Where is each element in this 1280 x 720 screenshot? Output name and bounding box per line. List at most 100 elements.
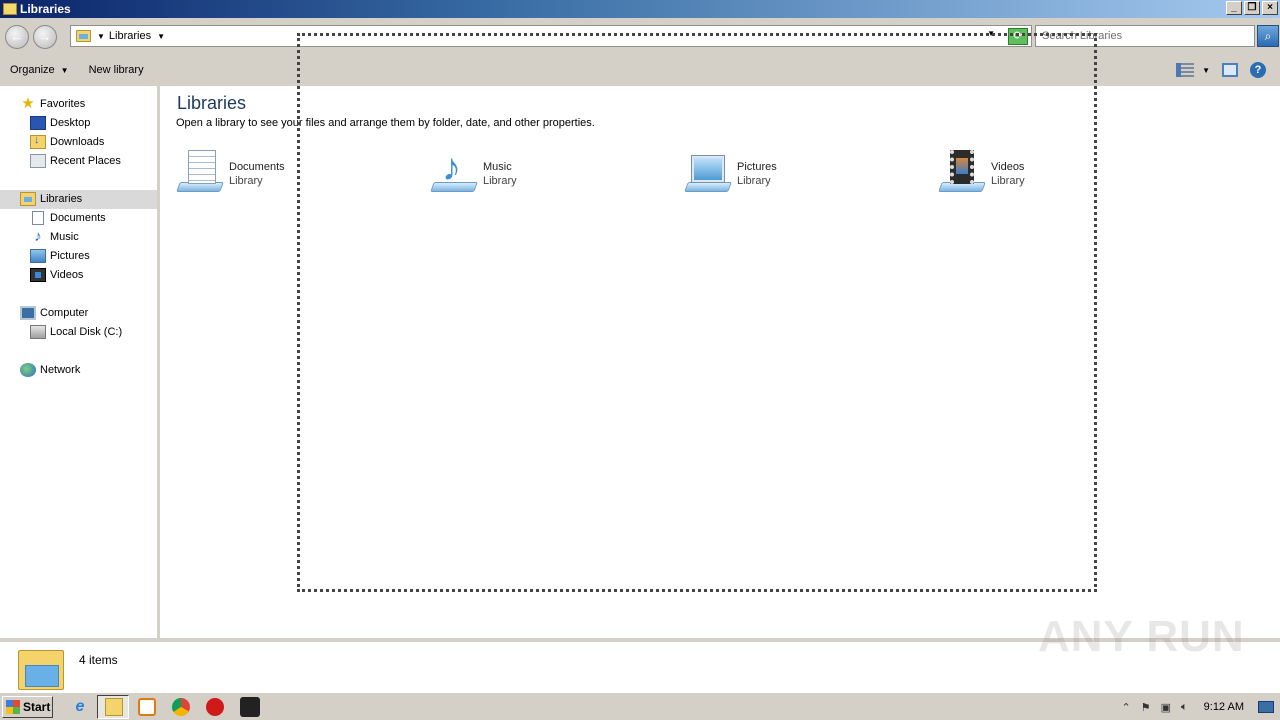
- restore-button[interactable]: ❐: [1244, 1, 1260, 15]
- view-options-chevron-down-icon[interactable]: ▼: [1202, 66, 1210, 75]
- search-icon[interactable]: ⌕: [1257, 25, 1279, 47]
- downloads-icon: [30, 134, 46, 149]
- minimize-button[interactable]: _: [1226, 1, 1242, 15]
- media-player-icon[interactable]: [138, 698, 156, 716]
- watermark-logo: ANY RUN: [1038, 612, 1245, 661]
- pictures-icon: [30, 249, 46, 263]
- videos-library-icon: [938, 148, 986, 196]
- nav-computer[interactable]: Computer: [20, 304, 88, 322]
- search-input[interactable]: Search Libraries: [1035, 25, 1255, 47]
- nav-item-videos[interactable]: Videos: [30, 266, 83, 284]
- show-hidden-icons-icon[interactable]: ⌃: [1122, 701, 1131, 714]
- address-history-dropdown-icon[interactable]: ▼: [987, 29, 995, 38]
- help-icon[interactable]: ?: [1250, 62, 1266, 78]
- desktop-icon: [30, 116, 46, 130]
- content-area: Libraries Open a library to see your fil…: [160, 86, 1280, 638]
- library-name: Documents: [229, 161, 285, 173]
- nav-libraries[interactable]: Libraries: [20, 190, 82, 208]
- nav-network-label: Network: [40, 364, 81, 376]
- forward-button[interactable]: →: [33, 25, 57, 49]
- library-type: Library: [991, 175, 1025, 187]
- clock[interactable]: 9:12 AM: [1204, 701, 1244, 713]
- view-controls: ▼ ?: [1168, 54, 1280, 86]
- nav-item-label: Desktop: [50, 117, 91, 129]
- nav-item-label: Videos: [50, 269, 84, 281]
- nav-favorites[interactable]: ★ Favorites: [20, 95, 85, 113]
- app-icon[interactable]: [240, 697, 260, 717]
- breadcrumb-dropdown-icon[interactable]: ▼: [157, 32, 165, 41]
- music-icon: ♪: [34, 228, 42, 245]
- network-status-icon[interactable]: ▣: [1161, 701, 1171, 714]
- nav-item-documents[interactable]: Documents: [30, 209, 106, 227]
- documents-library-icon: [176, 148, 224, 196]
- library-tile-text: Videos Library: [991, 148, 1025, 198]
- close-button[interactable]: ×: [1262, 1, 1278, 15]
- nav-item-desktop[interactable]: Desktop: [30, 114, 90, 132]
- nav-item-label: Music: [50, 231, 79, 243]
- library-tile-videos[interactable]: Videos Library: [938, 148, 1138, 198]
- volume-icon[interactable]: 🔈︎: [1181, 701, 1188, 714]
- library-name: Music: [483, 161, 512, 173]
- page-description: Open a library to see your files and arr…: [176, 117, 595, 129]
- library-tile-music[interactable]: ♪ Music Library: [430, 148, 630, 198]
- nav-item-label: Documents: [50, 212, 106, 224]
- window-controls: _ ❐ ×: [1226, 1, 1278, 15]
- nav-item-pictures[interactable]: Pictures: [30, 247, 90, 265]
- library-type: Library: [737, 175, 771, 187]
- nav-item-label: Pictures: [50, 250, 90, 262]
- change-view-icon[interactable]: [1176, 63, 1195, 77]
- windows-explorer-icon[interactable]: [105, 698, 123, 716]
- documents-icon: [32, 211, 44, 225]
- pictures-library-icon: [684, 148, 732, 196]
- library-tile-text: Music Library: [483, 148, 517, 198]
- show-desktop-icon[interactable]: [1258, 701, 1274, 713]
- library-type: Library: [483, 175, 517, 187]
- command-bar: Organize ▼ New library ▼ ?: [0, 54, 1280, 86]
- organize-label: Organize: [10, 64, 55, 76]
- refresh-button[interactable]: ⟳: [1008, 28, 1028, 45]
- breadcrumb-chevron-icon[interactable]: ▼: [97, 32, 105, 41]
- nav-favorites-label: Favorites: [40, 98, 86, 110]
- opera-icon[interactable]: [206, 698, 224, 716]
- preview-pane-icon[interactable]: [1222, 63, 1238, 77]
- nav-item-music[interactable]: ♪ Music: [30, 228, 79, 246]
- libraries-large-icon: [18, 650, 64, 690]
- organize-button[interactable]: Organize ▼: [0, 64, 79, 76]
- address-bar[interactable]: ▼ Libraries ▼ ▼: [70, 25, 1032, 47]
- library-type: Library: [229, 175, 263, 187]
- nav-item-label: Downloads: [50, 136, 105, 148]
- nav-item-local-disk[interactable]: Local Disk (C:): [30, 323, 122, 341]
- computer-icon: [20, 306, 36, 320]
- libraries-folder-icon: [3, 3, 17, 15]
- title-bar: Libraries _ ❐ ×: [0, 0, 1280, 18]
- start-button[interactable]: Start: [2, 696, 53, 718]
- windows-logo-icon: [6, 700, 20, 714]
- videos-icon: [30, 268, 46, 282]
- recent-places-icon: [30, 154, 46, 168]
- action-center-flag-icon[interactable]: ⚑: [1141, 701, 1151, 714]
- nav-item-label: Local Disk (C:): [50, 326, 123, 338]
- libraries-icon: [20, 192, 36, 206]
- nav-libraries-label: Libraries: [40, 193, 83, 205]
- nav-network[interactable]: Network: [20, 361, 80, 379]
- back-button[interactable]: ←: [5, 25, 29, 49]
- libraries-icon: [76, 30, 91, 42]
- nav-item-label: Recent Places: [50, 155, 121, 167]
- library-tile-text: Pictures Library: [737, 148, 777, 198]
- item-count: 4 items: [79, 653, 118, 667]
- star-icon: ★: [21, 95, 35, 112]
- library-tile-documents[interactable]: Documents Library: [176, 148, 376, 198]
- new-library-button[interactable]: New library: [79, 64, 154, 76]
- address-row: ← → ▼ Libraries ▼ ▼ ⟳ Search Libraries ⌕: [0, 18, 1280, 54]
- window-title: Libraries: [20, 2, 71, 16]
- network-icon: [20, 363, 36, 377]
- chrome-icon[interactable]: [172, 698, 190, 716]
- breadcrumb-libraries[interactable]: Libraries: [109, 30, 151, 42]
- local-disk-icon: [30, 325, 46, 339]
- library-tile-pictures[interactable]: Pictures Library: [684, 148, 884, 198]
- system-tray: ⌃ ⚑ ▣ 🔈︎ 9:12 AM: [1122, 693, 1280, 720]
- nav-item-recent-places[interactable]: Recent Places: [30, 152, 121, 170]
- nav-item-downloads[interactable]: Downloads: [30, 133, 104, 151]
- internet-explorer-icon[interactable]: e: [71, 698, 89, 716]
- navigation-pane: ★ Favorites Desktop Downloads Recent Pla…: [0, 86, 157, 638]
